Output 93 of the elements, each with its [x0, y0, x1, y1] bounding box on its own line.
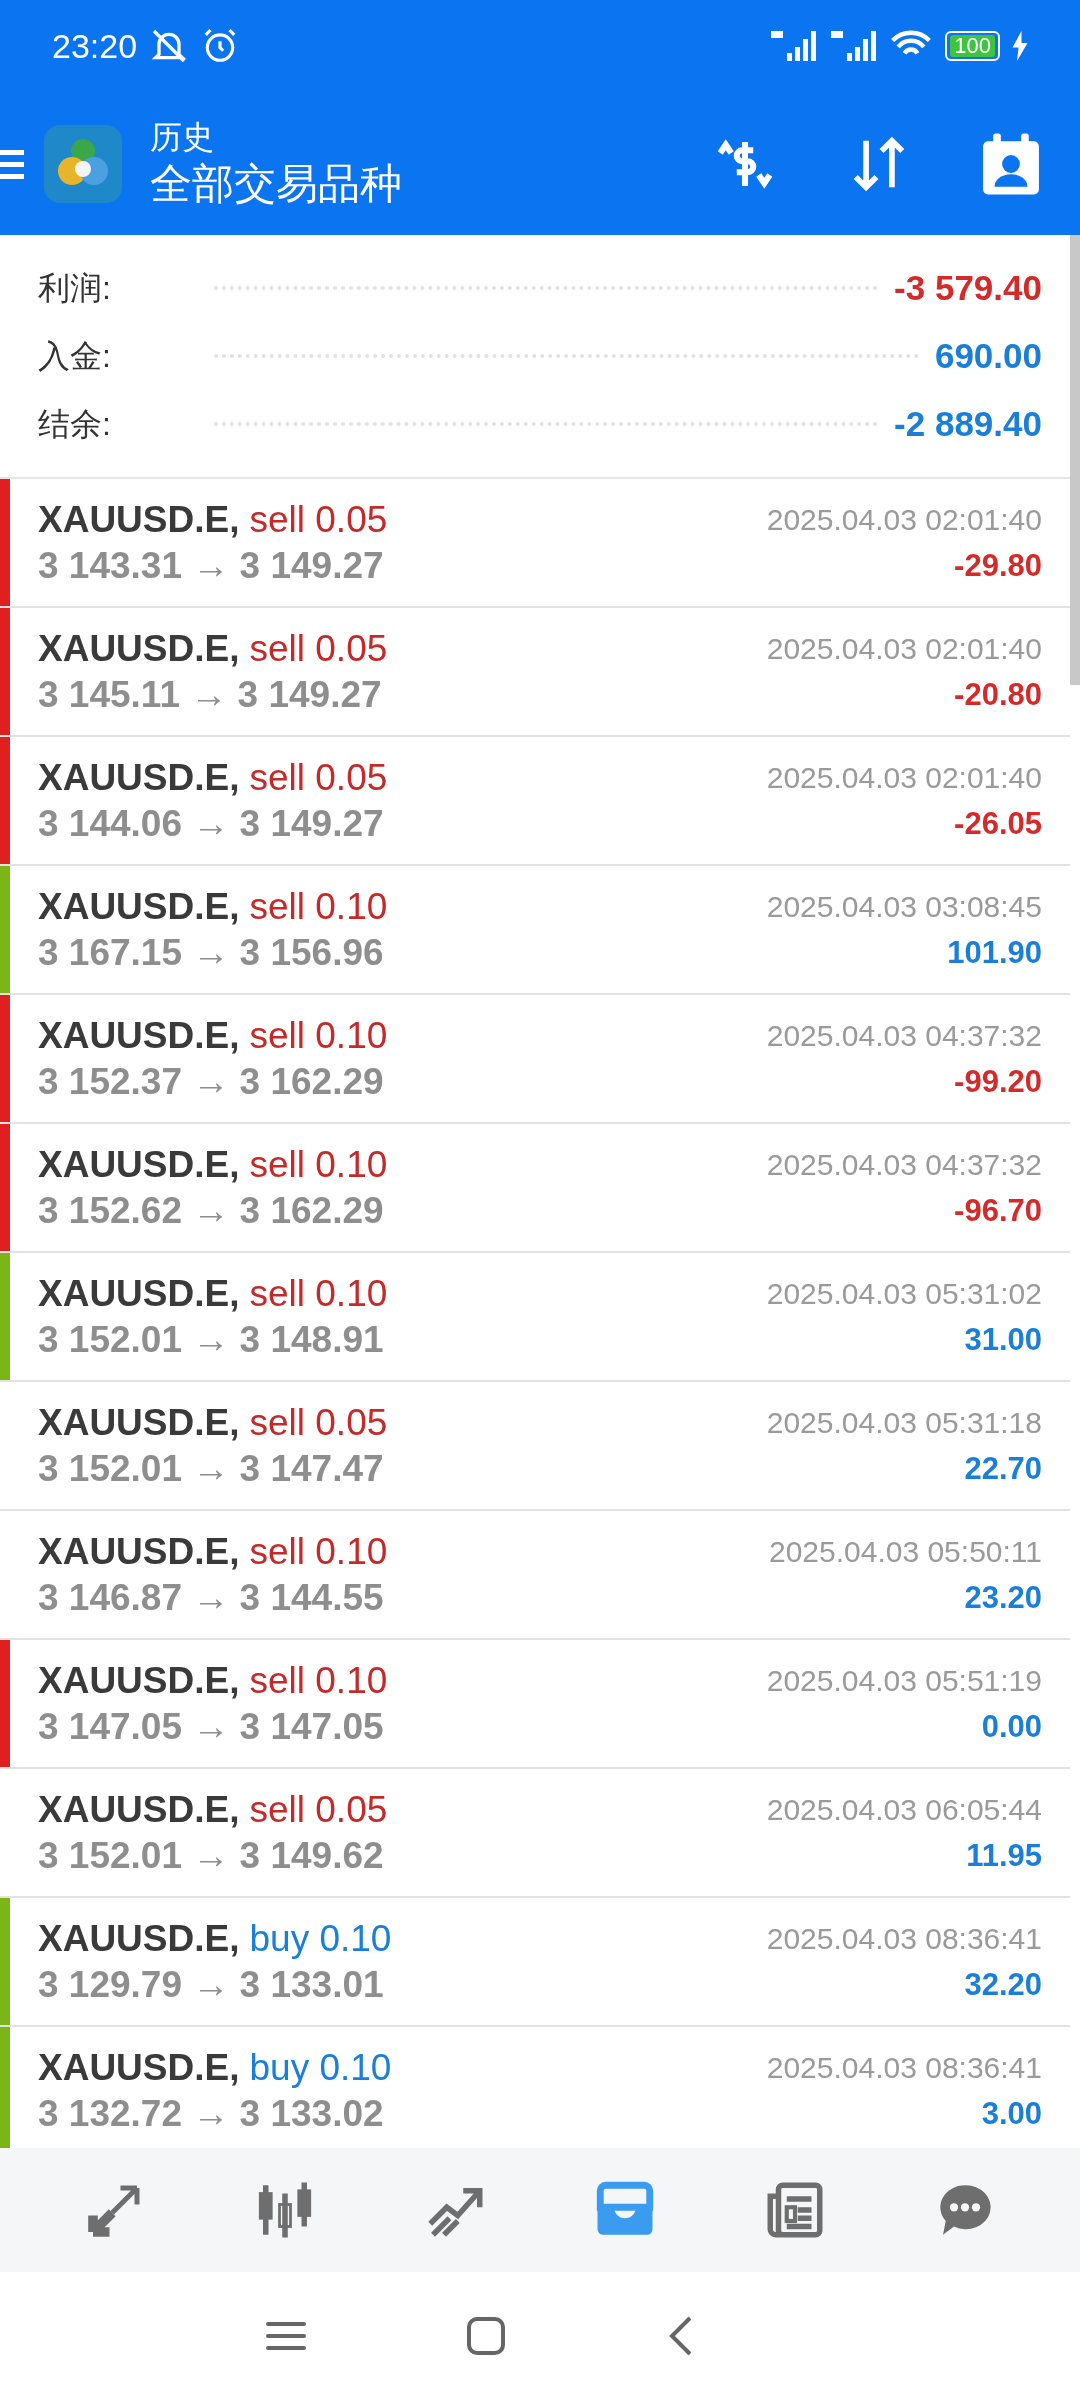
- deal-time: 2025.04.03 03:08:45: [766, 888, 1042, 925]
- order-type-label: sell 0.10: [249, 884, 388, 929]
- deal-time: 2025.04.03 08:36:41: [766, 1920, 1042, 1957]
- charging-icon: [1012, 31, 1028, 61]
- symbol-label: XAUUSD.E,: [38, 1142, 240, 1187]
- symbol-label: XAUUSD.E,: [38, 497, 240, 542]
- price-range: 3 144.06 → 3 149.27: [38, 801, 385, 846]
- profit-value: 11.95: [966, 1836, 1042, 1875]
- order-type-label: sell 0.10: [249, 1013, 388, 1058]
- price-range: 3 152.01 → 3 149.62: [38, 1833, 385, 1878]
- order-type-label: sell 0.10: [249, 1271, 388, 1316]
- deal-row[interactable]: XAUUSD.E, sell 0.05 3 143.31 → 3 149.27 2025.04.03 02:01:40 -29.80: [0, 479, 1070, 608]
- order-type-label: sell 0.05: [249, 755, 388, 800]
- profit-value: -96.70: [954, 1191, 1042, 1230]
- deal-row[interactable]: XAUUSD.E, sell 0.05 3 152.01 → 3 147.47 2025.04.03 05:31:18 22.70: [0, 1382, 1070, 1511]
- symbol-label: XAUUSD.E,: [38, 2045, 240, 2090]
- price-range: 3 132.72 → 3 133.02: [38, 2091, 385, 2136]
- price-range: 3 152.01 → 3 147.47: [38, 1446, 385, 1491]
- order-type-label: sell 0.05: [249, 626, 388, 671]
- summary-value: -2 889.40: [894, 402, 1042, 445]
- recent-apps-icon[interactable]: [266, 2320, 306, 2352]
- order-type-label: buy 0.10: [249, 1916, 392, 1961]
- deal-time: 2025.04.03 04:37:32: [766, 1017, 1042, 1054]
- symbol-label: XAUUSD.E,: [38, 1787, 240, 1832]
- order-type-label: sell 0.05: [249, 1400, 388, 1445]
- deal-row[interactable]: XAUUSD.E, sell 0.10 3 152.62 → 3 162.29 2025.04.03 04:37:32 -96.70: [0, 1124, 1070, 1253]
- symbol-label: XAUUSD.E,: [38, 1013, 240, 1058]
- price-range: 3 145.11 → 3 149.27: [38, 672, 383, 717]
- symbol-label: XAUUSD.E,: [38, 884, 240, 929]
- deal-row[interactable]: XAUUSD.E, sell 0.05 3 152.01 → 3 149.62 2025.04.03 06:05:44 11.95: [0, 1769, 1070, 1898]
- home-icon[interactable]: [466, 2316, 506, 2356]
- signal-icon: [829, 29, 878, 63]
- status-time: 23:20: [52, 25, 138, 67]
- profit-value: -20.80: [954, 675, 1042, 714]
- screen-title[interactable]: 全部交易品种: [150, 156, 402, 211]
- profit-value: 32.20: [964, 1965, 1042, 2004]
- summary-value: 690.00: [934, 334, 1042, 377]
- deal-row[interactable]: XAUUSD.E, buy 0.10 3 129.79 → 3 133.01 2025.04.03 08:36:41 32.20: [0, 1898, 1070, 2027]
- deal-row[interactable]: XAUUSD.E, sell 0.10 3 167.15 → 3 156.96 2025.04.03 03:08:45 101.90: [0, 866, 1070, 995]
- deal-time: 2025.04.03 05:51:19: [766, 1662, 1042, 1699]
- deal-time: 2025.04.03 05:50:11: [768, 1533, 1042, 1570]
- profit-value: 101.90: [947, 933, 1042, 972]
- price-range: 3 152.01 → 3 148.91: [38, 1317, 385, 1362]
- order-type-label: buy 0.10: [249, 2045, 392, 2090]
- profit-value: 22.70: [964, 1449, 1042, 1488]
- deal-time: 2025.04.03 06:05:44: [766, 1791, 1042, 1828]
- price-range: 3 147.05 → 3 147.05: [38, 1704, 385, 1749]
- symbol-label: XAUUSD.E,: [38, 1271, 240, 1316]
- price-range: 3 129.79 → 3 133.01: [38, 1962, 385, 2007]
- deal-row[interactable]: XAUUSD.E, sell 0.10 3 146.87 → 3 144.55 2025.04.03 05:50:11 23.20: [0, 1511, 1070, 1640]
- profit-value: -26.05: [954, 804, 1042, 843]
- deal-row[interactable]: XAUUSD.E, sell 0.10 3 152.37 → 3 162.29 2025.04.03 04:37:32 -99.20: [0, 995, 1070, 1124]
- price-range: 3 143.31 → 3 149.27: [38, 543, 385, 588]
- symbol-label: XAUUSD.E,: [38, 1529, 240, 1574]
- price-range: 3 152.62 → 3 162.29: [38, 1188, 385, 1233]
- deal-time: 2025.04.03 05:31:02: [766, 1275, 1042, 1312]
- summary-label: 利润:: [38, 269, 112, 308]
- price-range: 3 152.37 → 3 162.29: [38, 1059, 385, 1104]
- profit-value: -29.80: [954, 546, 1042, 585]
- summary-label: 入金:: [38, 337, 112, 376]
- profit-value: 3.00: [981, 2094, 1042, 2133]
- deal-row[interactable]: XAUUSD.E, sell 0.05 3 145.11 → 3 149.27 2025.04.03 02:01:40 -20.80: [0, 608, 1070, 737]
- order-type-label: sell 0.10: [249, 1142, 388, 1187]
- symbol-label: XAUUSD.E,: [38, 1658, 240, 1703]
- symbol-label: XAUUSD.E,: [38, 1400, 240, 1445]
- deal-row[interactable]: XAUUSD.E, sell 0.10 3 152.01 → 3 148.91 2025.04.03 05:31:02 31.00: [0, 1253, 1070, 1382]
- symbol-label: XAUUSD.E,: [38, 1916, 240, 1961]
- deal-time: 2025.04.03 05:31:18: [766, 1404, 1042, 1441]
- profit-value: 23.20: [964, 1578, 1042, 1617]
- app-logo-icon: [44, 124, 122, 203]
- profit-value: 31.00: [964, 1320, 1042, 1359]
- order-type-label: sell 0.10: [249, 1658, 388, 1703]
- order-type-label: sell 0.05: [249, 1787, 388, 1832]
- screen-subtitle: 历史: [150, 117, 215, 157]
- battery-indicator: 100: [945, 31, 1000, 61]
- deal-row[interactable]: XAUUSD.E, sell 0.05 3 144.06 → 3 149.27 2025.04.03 02:01:40 -26.05: [0, 737, 1070, 866]
- symbol-label: XAUUSD.E,: [38, 755, 240, 800]
- order-type-label: sell 0.05: [249, 497, 388, 542]
- deal-time: 2025.04.03 02:01:40: [766, 630, 1042, 667]
- price-range: 3 167.15 → 3 156.96: [38, 930, 385, 975]
- profit-value: 0.00: [981, 1707, 1042, 1746]
- deal-row[interactable]: XAUUSD.E, sell 0.10 3 147.05 → 3 147.05 2025.04.03 05:51:19 0.00: [0, 1640, 1070, 1769]
- order-type-label: sell 0.10: [249, 1529, 388, 1574]
- symbol-label: XAUUSD.E,: [38, 626, 240, 671]
- signal-icon: [769, 29, 818, 63]
- deal-time: 2025.04.03 02:01:40: [766, 501, 1042, 538]
- summary-value: -3 579.40: [894, 266, 1042, 309]
- deal-time: 2025.04.03 02:01:40: [766, 759, 1042, 796]
- deal-time: 2025.04.03 08:36:41: [766, 2049, 1042, 2086]
- summary-label: 结余:: [38, 405, 112, 444]
- price-range: 3 146.87 → 3 144.55: [38, 1575, 385, 1620]
- profit-value: -99.20: [954, 1062, 1042, 1101]
- deal-time: 2025.04.03 04:37:32: [766, 1146, 1042, 1183]
